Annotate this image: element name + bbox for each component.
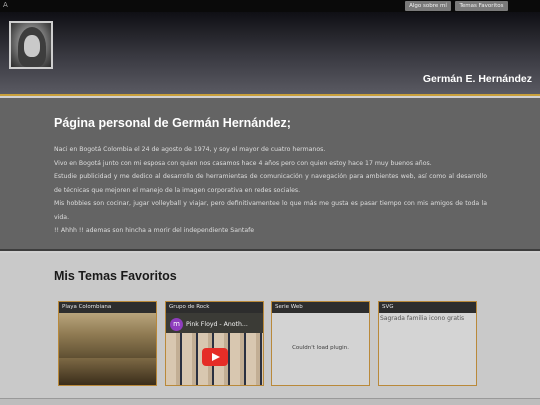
about-text: Naci en Bogotá Colombia el 24 de agosto …	[54, 143, 487, 238]
svg-image: Sagrada familia icono gratis	[379, 313, 476, 385]
nav-favorites-button[interactable]: Temas Favoritos	[455, 1, 508, 11]
card-label: Grupo de Rock	[166, 302, 263, 313]
channel-avatar[interactable]: m	[170, 318, 183, 331]
avatar-face	[24, 35, 40, 57]
about-paragraph: Vivo en Bogotá junto con mi esposa con q…	[54, 159, 432, 167]
about-paragraph: Estudie publicidad y me dedico al desarr…	[54, 173, 487, 194]
nav-about-button[interactable]: Algo sobre mí	[405, 1, 451, 11]
card-label: Serie Web	[272, 302, 369, 313]
favorite-card-svg: SVG Sagrada familia icono gratis	[378, 301, 477, 386]
broken-image-alt-text: Sagrada familia icono gratis	[380, 315, 465, 322]
favorites-section: Mis Temas Favoritos Playa Colombiana Gru…	[0, 253, 540, 398]
favorite-card-beach: Playa Colombiana	[58, 301, 157, 386]
profile-header: Germán E. Hernández	[0, 12, 540, 96]
page-footer-edge	[0, 398, 540, 405]
about-paragraph: !! Ahhh !! ademas son hincha a morir del…	[54, 227, 255, 234]
favorites-title: Mis Temas Favoritos	[54, 269, 177, 283]
about-paragraph: Naci en Bogotá Colombia el 24 de agosto …	[54, 146, 326, 153]
plugin-error-message: Couldn't load plugin.	[292, 345, 349, 351]
about-title: Página personal de Germán Hernández;	[54, 116, 291, 130]
youtube-embed[interactable]: m Pink Floyd - Anoth...	[166, 313, 263, 385]
about-section: Página personal de Germán Hernández; Nac…	[0, 98, 540, 251]
beach-shore	[59, 358, 156, 385]
site-logo-icon: A	[3, 1, 8, 9]
beach-image	[59, 313, 156, 385]
favorite-card-rock: Grupo de Rock m Pink Floyd - Anoth...	[165, 301, 264, 386]
profile-name: Germán E. Hernández	[422, 73, 532, 85]
top-navigation-bar: A Algo sobre mí Temas Favoritos	[0, 0, 540, 12]
card-label: Playa Colombiana	[59, 302, 156, 313]
play-icon[interactable]	[202, 348, 228, 366]
about-paragraph: Mis hobbies son cocinar, jugar volleybal…	[54, 200, 487, 221]
card-label: SVG	[379, 302, 476, 313]
avatar	[9, 21, 53, 69]
video-title[interactable]: Pink Floyd - Anoth...	[186, 321, 248, 328]
favorite-card-web-series: Serie Web Couldn't load plugin.	[271, 301, 370, 386]
plugin-placeholder: Couldn't load plugin.	[272, 313, 369, 385]
